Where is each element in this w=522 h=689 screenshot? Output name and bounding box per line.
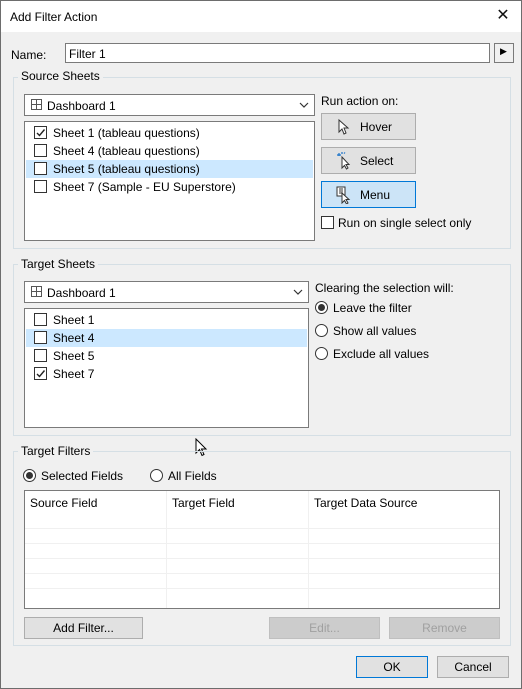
source-sheets-label: Source Sheets xyxy=(18,69,103,83)
select-button[interactable]: Select xyxy=(321,147,416,174)
cancel-button[interactable]: Cancel xyxy=(437,656,509,678)
target-sheet-label: Sheet 4 xyxy=(53,331,95,345)
pointer-icon xyxy=(338,118,350,135)
checkbox[interactable] xyxy=(34,144,47,157)
show-all-radio[interactable] xyxy=(315,324,328,337)
source-dashboard-select[interactable]: Dashboard 1 xyxy=(24,94,315,116)
menu-button[interactable]: Menu xyxy=(321,181,416,208)
source-dashboard-value: Dashboard 1 xyxy=(47,99,116,113)
play-arrow-icon: ▶ xyxy=(500,46,507,56)
name-input[interactable]: Filter 1 xyxy=(65,43,490,63)
exclude-all-label: Exclude all values xyxy=(333,347,430,361)
select-sparkle-icon xyxy=(337,152,351,170)
single-select-label: Run on single select only xyxy=(338,216,472,230)
source-sheet-label: Sheet 5 (tableau questions) xyxy=(53,162,200,176)
source-sheet-label: Sheet 4 (tableau questions) xyxy=(53,144,200,158)
checkbox[interactable] xyxy=(34,162,47,175)
menu-button-label: Menu xyxy=(360,188,391,202)
single-select-checkbox[interactable] xyxy=(321,216,334,229)
dialog-title: Add Filter Action xyxy=(10,10,98,24)
target-dashboard-value: Dashboard 1 xyxy=(47,286,116,300)
target-sheets-list: Sheet 1 Sheet 4 Sheet 5 Sheet 7 xyxy=(24,308,309,428)
source-sheet-item[interactable]: Sheet 5 (tableau questions) xyxy=(26,160,313,178)
checkbox[interactable] xyxy=(34,180,47,193)
column-header-target-data-source: Target Data Source xyxy=(314,496,418,510)
target-sheet-item[interactable]: Sheet 7 xyxy=(26,365,307,383)
show-all-label: Show all values xyxy=(333,324,417,338)
checkbox[interactable] xyxy=(34,331,47,344)
close-icon[interactable]: ✕ xyxy=(494,6,512,26)
source-sheet-item[interactable]: Sheet 1 (tableau questions) xyxy=(26,124,313,142)
target-sheet-label: Sheet 5 xyxy=(53,349,95,363)
target-sheet-item[interactable]: Sheet 4 xyxy=(26,329,307,347)
ok-button[interactable]: OK xyxy=(356,656,428,678)
target-sheet-item[interactable]: Sheet 1 xyxy=(26,311,307,329)
checkbox[interactable] xyxy=(34,349,47,362)
grid-line xyxy=(25,543,499,544)
source-sheet-label: Sheet 7 (Sample - EU Superstore) xyxy=(53,180,236,194)
grid-line xyxy=(25,528,499,529)
title-bar: Add Filter Action ✕ xyxy=(1,1,521,32)
filters-table: Source Field Target Field Target Data So… xyxy=(24,490,500,609)
exclude-all-radio[interactable] xyxy=(315,347,328,360)
add-filter-action-dialog: Add Filter Action ✕ Name: Filter 1 ▶ Sou… xyxy=(0,0,522,689)
checkbox[interactable] xyxy=(34,367,47,380)
source-sheets-list: Sheet 1 (tableau questions) Sheet 4 (tab… xyxy=(24,121,315,241)
clearing-label: Clearing the selection will: xyxy=(315,281,454,295)
leave-filter-label: Leave the filter xyxy=(333,301,412,315)
name-menu-button[interactable]: ▶ xyxy=(494,43,514,63)
run-action-label: Run action on: xyxy=(321,94,399,108)
column-header-target-field: Target Field xyxy=(172,496,235,510)
edit-button[interactable]: Edit... xyxy=(269,617,380,639)
chevron-down-icon xyxy=(299,102,309,108)
source-sheet-item[interactable]: Sheet 7 (Sample - EU Superstore) xyxy=(26,178,313,196)
source-sheet-label: Sheet 1 (tableau questions) xyxy=(53,126,200,140)
checkmark-icon xyxy=(36,129,46,137)
remove-button[interactable]: Remove xyxy=(389,617,500,639)
checkbox[interactable] xyxy=(34,126,47,139)
column-divider xyxy=(308,491,309,608)
target-sheet-item[interactable]: Sheet 5 xyxy=(26,347,307,365)
leave-filter-radio[interactable] xyxy=(315,301,328,314)
add-filter-button[interactable]: Add Filter... xyxy=(24,617,143,639)
all-fields-label: All Fields xyxy=(168,469,217,483)
target-sheet-label: Sheet 1 xyxy=(53,313,95,327)
hover-button[interactable]: Hover xyxy=(321,113,416,140)
menu-icon xyxy=(336,186,351,204)
target-sheets-label: Target Sheets xyxy=(18,257,99,271)
name-input-value: Filter 1 xyxy=(69,47,106,61)
dashboard-icon xyxy=(31,99,42,110)
chevron-down-icon xyxy=(293,289,303,295)
target-sheet-label: Sheet 7 xyxy=(53,367,95,381)
target-filters-label: Target Filters xyxy=(18,444,94,458)
selected-fields-radio[interactable] xyxy=(23,469,36,482)
checkmark-icon xyxy=(36,370,46,378)
source-sheet-item[interactable]: Sheet 4 (tableau questions) xyxy=(26,142,313,160)
column-header-source-field: Source Field xyxy=(30,496,98,510)
name-label: Name: xyxy=(11,48,47,62)
select-button-label: Select xyxy=(360,154,394,168)
selected-fields-label: Selected Fields xyxy=(41,469,124,483)
hover-button-label: Hover xyxy=(360,120,393,134)
target-dashboard-select[interactable]: Dashboard 1 xyxy=(24,281,309,303)
grid-line xyxy=(25,573,499,574)
all-fields-radio[interactable] xyxy=(150,469,163,482)
dashboard-icon xyxy=(31,286,42,297)
checkbox[interactable] xyxy=(34,313,47,326)
grid-line xyxy=(25,588,499,589)
column-divider xyxy=(166,491,167,608)
grid-line xyxy=(25,558,499,559)
